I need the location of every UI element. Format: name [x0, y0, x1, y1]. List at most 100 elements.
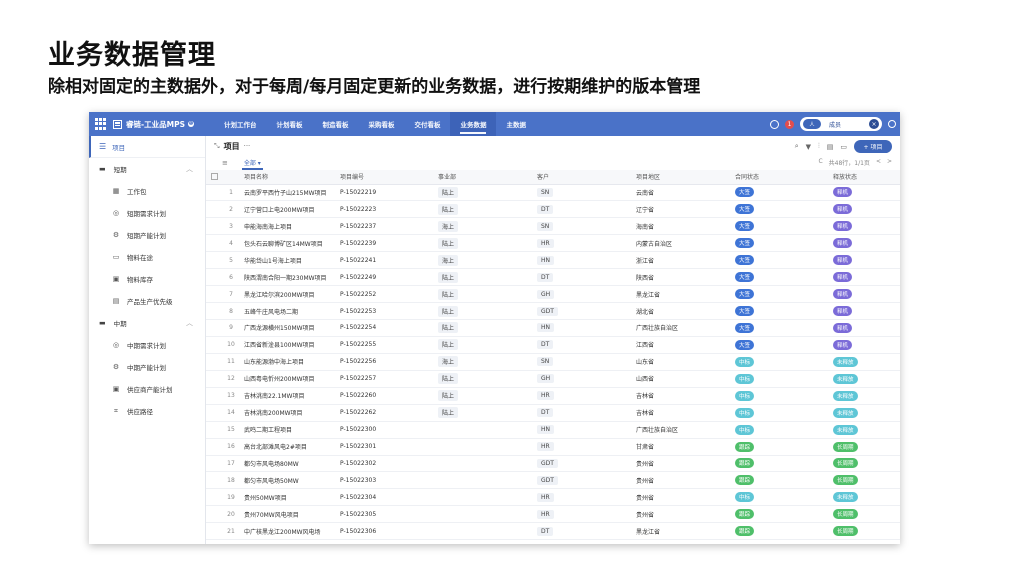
chevron-up-icon[interactable]: ︿ — [186, 318, 193, 328]
project-name-cell[interactable]: 都匀市风电场50MW — [240, 471, 336, 490]
project-name-cell[interactable]: 吉林洮南22.1MW项目 — [240, 387, 336, 405]
nav-item[interactable]: 采购看板 — [358, 112, 404, 136]
project-name-cell[interactable]: 贵州70MW风电项目 — [240, 505, 336, 524]
table-row[interactable]: 5 华能岱山1号海上项目 P-15022241 海上 HN 浙江省 大签 释机 — [206, 251, 900, 270]
row-checkbox-cell[interactable] — [206, 522, 222, 541]
project-name-cell[interactable]: 包头石云聊博矿区14MW项目 — [240, 234, 336, 253]
row-checkbox-cell[interactable] — [206, 387, 222, 405]
table-row[interactable]: 19 贵州50MW项目 P-15022304 HR 贵州省 中标 未释放 — [206, 488, 900, 507]
column-header[interactable]: 项目地区 — [632, 170, 731, 185]
row-checkbox-cell[interactable] — [206, 268, 222, 287]
search-icon[interactable] — [888, 120, 896, 128]
menu-icon[interactable]: ≡ — [222, 159, 228, 167]
table-row[interactable]: 18 都匀市风电场50MW P-15022303 GDT 贵州省 跟踪 长周期 — [206, 471, 900, 490]
project-name-cell[interactable]: 吉林洮南200MW项目 — [240, 404, 336, 422]
table-row[interactable]: 8 五峰牛庄风电场二期 P-15022253 陆上 GDT 湖北省 大签 释机 — [206, 302, 900, 320]
project-name-cell[interactable]: 陕西渭南合阳一期230MW项目 — [240, 268, 336, 287]
sidebar-item[interactable]: ▣ 物料库存 — [89, 268, 205, 290]
project-name-cell[interactable]: 中广核黑龙江200MW风电场 — [240, 522, 336, 541]
row-checkbox-cell[interactable] — [206, 455, 222, 473]
column-header[interactable]: 事业部 — [434, 170, 533, 185]
column-header[interactable]: 释放状态 — [829, 170, 900, 185]
project-name-cell[interactable]: 五峰牛庄风电场二期 — [240, 302, 336, 320]
refresh-icon[interactable]: C — [818, 158, 822, 167]
table-row[interactable]: 6 陕西渭南合阳一期230MW项目 P-15022249 陆上 DT 陕西省 大签 释机 — [206, 268, 900, 287]
row-checkbox-cell[interactable] — [206, 353, 222, 371]
check-circle-icon[interactable] — [770, 119, 779, 129]
chevron-up-icon[interactable]: ︿ — [186, 164, 193, 174]
project-name-cell[interactable]: 都匀市风电场80MW — [240, 455, 336, 473]
table-row[interactable]: 17 都匀市风电场80MW P-15022302 GDT 贵州省 跟踪 长周期 — [206, 455, 900, 473]
project-name-cell[interactable]: 华能岱山1号海上项目 — [240, 251, 336, 270]
app-grid-icon[interactable] — [95, 118, 107, 130]
table-row[interactable]: 9 广西龙源横州150MW项目 P-15022254 陆上 HN 广西壮族自治区 大签 释机 — [206, 319, 900, 337]
project-name-cell[interactable]: 江西省新淦县100MW项目 — [240, 336, 336, 354]
next-page-button[interactable]: > — [887, 158, 892, 167]
row-checkbox-cell[interactable] — [206, 184, 222, 202]
table-row[interactable]: 3 申能海南海上项目 P-15022237 海上 SN 海南省 大签 释机 — [206, 217, 900, 236]
row-checkbox-cell[interactable] — [206, 336, 222, 354]
project-name-cell[interactable]: 贵州50MW项目 — [240, 488, 336, 507]
project-name-cell[interactable]: 辽宁营口上电200MW项目 — [240, 200, 336, 219]
filter-icon[interactable]: ▼ — [806, 143, 811, 151]
info-icon[interactable]: ❶ — [187, 121, 194, 127]
add-project-button[interactable]: + 项目 — [854, 140, 892, 153]
project-name-cell[interactable]: 申能海南海上项目 — [240, 217, 336, 236]
print-icon[interactable]: ▭ — [840, 143, 847, 151]
project-name-cell[interactable]: 黑龙江哈尔滨200MW项目 — [240, 285, 336, 304]
sidebar-group[interactable]: ▬ 中期 ︿ — [89, 312, 205, 334]
table-row[interactable]: 15 武鸣二期工程项目 P-15022300 HN 广西壮族自治区 中标 未释放 — [206, 421, 900, 439]
nav-item[interactable]: 制造看板 — [312, 112, 358, 136]
prev-page-button[interactable]: < — [876, 158, 881, 167]
row-checkbox-cell[interactable] — [206, 370, 222, 388]
tab-all[interactable]: 全部 ▾ — [241, 156, 263, 170]
sidebar-item[interactable]: ◎ 短期需求计划 — [89, 202, 205, 224]
project-name-cell[interactable]: 山西粤电忻州200MW项目 — [240, 370, 336, 388]
table-row[interactable]: 12 山西粤电忻州200MW项目 P-15022257 陆上 GH 山西省 中标 未释放 — [206, 370, 900, 388]
nav-item[interactable]: 业务数据 — [450, 112, 497, 136]
more-icon[interactable]: ··· — [244, 142, 251, 150]
sidebar-item[interactable]: ⚙ 中期产能计划 — [89, 356, 205, 378]
table-row[interactable]: 11 山东能源渤中海上项目 P-15022256 海上 SN 山东省 中标 未释放 — [206, 353, 900, 371]
sidebar-item[interactable]: ⌗ 供应路径 — [89, 400, 205, 422]
project-name-cell[interactable]: 广西龙源横州150MW项目 — [240, 319, 336, 337]
comment-icon[interactable]: ▤ — [827, 143, 834, 151]
project-name-cell[interactable]: 云南罗平西竹子山215MW项目 — [240, 184, 336, 202]
nav-item[interactable]: 计划看板 — [266, 112, 312, 136]
row-checkbox-cell[interactable] — [206, 505, 222, 524]
sidebar-item[interactable]: ⚙ 短期产能计划 — [89, 224, 205, 246]
row-checkbox-cell[interactable] — [206, 285, 222, 304]
collapse-icon[interactable]: ⤡ — [214, 142, 220, 151]
row-checkbox-cell[interactable] — [206, 404, 222, 422]
sidebar-item-project[interactable]: ☰ 项目 — [89, 136, 205, 158]
table-row[interactable]: 2 辽宁营口上电200MW项目 P-15022223 陆上 DT 辽宁省 大签 释机 — [206, 200, 900, 219]
table-row[interactable]: 1 云南罗平西竹子山215MW项目 P-15022219 陆上 SN 云南省 大签 释机 — [206, 184, 900, 202]
table-row[interactable]: 14 吉林洮南200MW项目 P-15022262 陆上 DT 吉林省 中标 未释放 — [206, 404, 900, 422]
select-all-checkbox[interactable] — [206, 170, 222, 185]
sidebar-item[interactable]: ◎ 中期需求计划 — [89, 334, 205, 356]
search-icon[interactable]: ⌕ — [795, 142, 799, 151]
table-row[interactable]: 16 高台北部滩风电2#项目 P-15022301 HR 甘肃省 跟踪 长周期 — [206, 438, 900, 456]
sidebar-item[interactable]: ▣ 供应商产能计划 — [89, 378, 205, 400]
row-checkbox-cell[interactable] — [206, 234, 222, 253]
nav-item[interactable]: 交付看板 — [404, 112, 450, 136]
column-header[interactable]: 客户 — [533, 170, 632, 185]
row-checkbox-cell[interactable] — [206, 319, 222, 337]
column-header[interactable]: 项目名称 — [240, 170, 336, 185]
column-header[interactable]: 项目编号 — [336, 170, 434, 185]
chart-icon[interactable]: ⫶ — [818, 142, 820, 151]
sidebar-group[interactable]: ▬ 短期 ︿ — [89, 158, 205, 180]
row-checkbox-cell[interactable] — [206, 302, 222, 320]
row-checkbox-cell[interactable] — [206, 471, 222, 490]
project-name-cell[interactable]: 山东能源渤中海上项目 — [240, 353, 336, 371]
nav-item[interactable]: 计划工作台 — [214, 112, 267, 136]
sidebar-item[interactable]: ▭ 物料在途 — [89, 246, 205, 268]
table-row[interactable]: 13 吉林洮南22.1MW项目 P-15022260 陆上 HR 吉林省 中标 未释放 — [206, 387, 900, 405]
row-checkbox-cell[interactable] — [206, 217, 222, 236]
alert-badge[interactable]: 1 — [785, 119, 794, 129]
user-menu[interactable]: 人 成员 × — [800, 117, 882, 131]
row-checkbox-cell[interactable] — [206, 251, 222, 270]
table-row[interactable]: 10 江西省新淦县100MW项目 P-15022255 陆上 DT 江西省 大签 释机 — [206, 336, 900, 354]
project-name-cell[interactable]: 高台北部滩风电2#项目 — [240, 438, 336, 456]
row-checkbox-cell[interactable] — [206, 438, 222, 456]
